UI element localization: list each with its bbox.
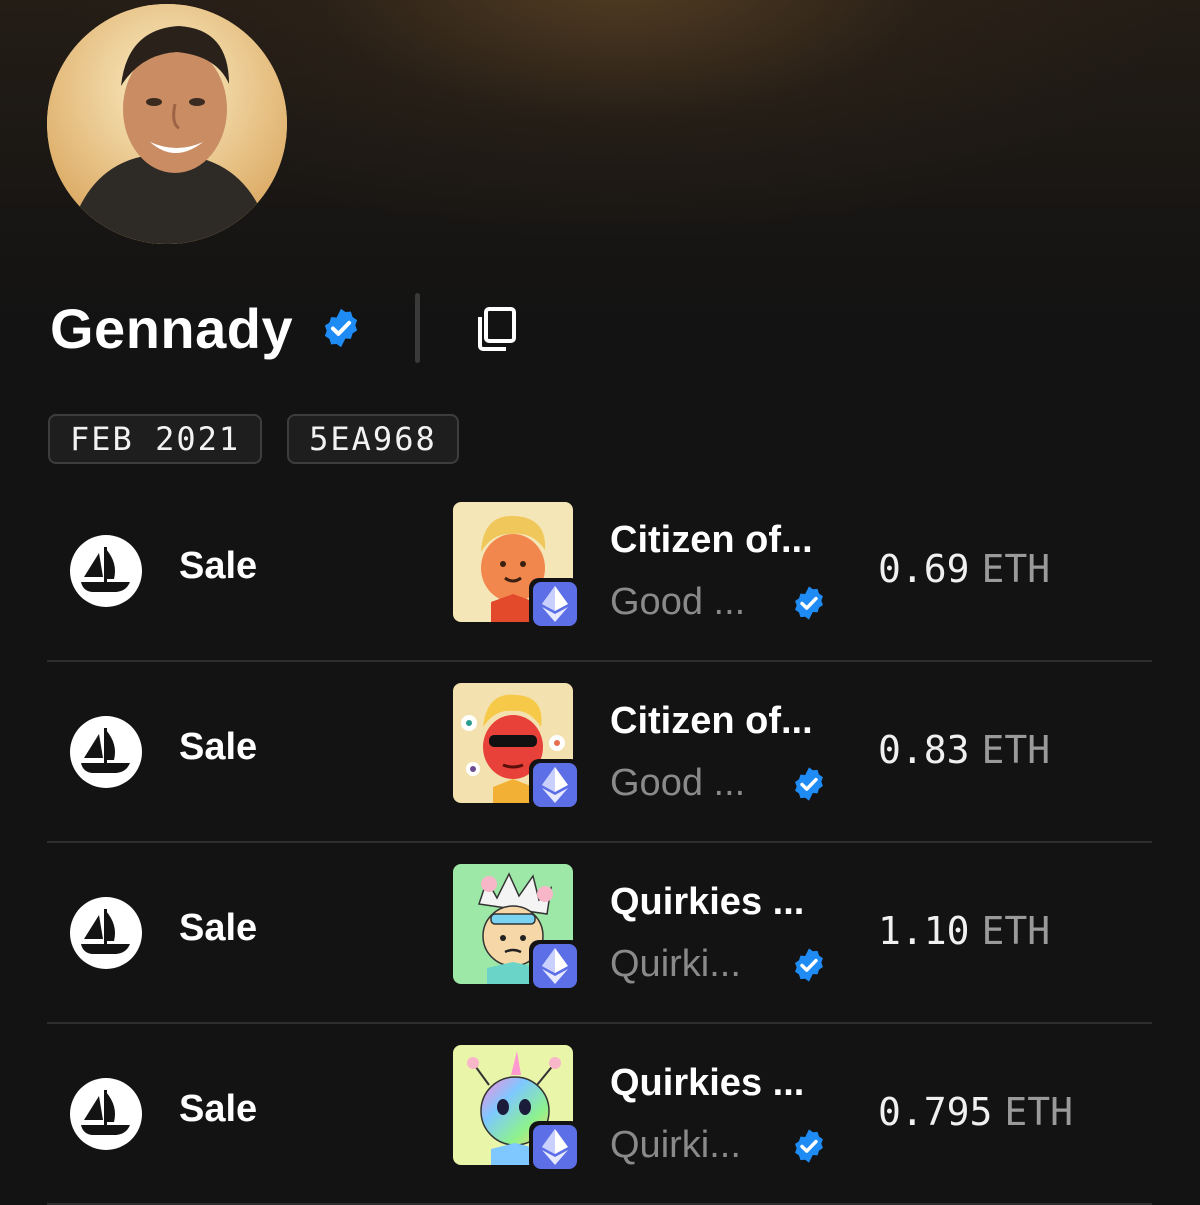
sale-price: 0.69 ETH bbox=[878, 547, 1050, 591]
sale-price: 0.795 ETH bbox=[878, 1090, 1073, 1134]
header-divider bbox=[415, 293, 421, 363]
sale-price: 1.10 ETH bbox=[878, 909, 1050, 953]
profile-header: Gennady bbox=[50, 292, 522, 364]
ethereum-icon bbox=[542, 586, 568, 622]
collection-name: Good ... bbox=[610, 762, 746, 804]
opensea-icon bbox=[70, 1078, 142, 1150]
price-unit: ETH bbox=[981, 728, 1051, 772]
verified-badge-icon bbox=[795, 1129, 823, 1163]
event-label: Sale bbox=[179, 726, 258, 768]
activity-row[interactable]: Sale Quirkies ... Quirki... 1.10 ETH bbox=[47, 843, 1152, 1024]
ethereum-icon bbox=[542, 948, 568, 984]
price-amount: 0.69 bbox=[878, 547, 970, 591]
opensea-icon bbox=[70, 716, 142, 788]
chain-badge bbox=[529, 578, 581, 630]
nft-title: Quirkies ... bbox=[610, 881, 805, 923]
chain-badge bbox=[529, 759, 581, 811]
sale-price: 0.83 ETH bbox=[878, 728, 1050, 772]
verified-badge-icon bbox=[795, 948, 823, 982]
price-amount: 1.10 bbox=[878, 909, 970, 953]
activity-row[interactable]: Sale Citizen of... Good ... 0.83 ETH bbox=[47, 662, 1152, 843]
event-label: Sale bbox=[179, 545, 258, 587]
price-unit: ETH bbox=[1004, 1090, 1074, 1134]
copy-icon[interactable] bbox=[472, 303, 522, 353]
verified-badge-icon bbox=[324, 308, 358, 348]
price-amount: 0.83 bbox=[878, 728, 970, 772]
opensea-icon bbox=[70, 897, 142, 969]
verified-badge-icon bbox=[795, 767, 823, 801]
profile-avatar[interactable] bbox=[47, 4, 287, 244]
activity-list: Sale Citizen of... Good ... 0.69 ETH Sal… bbox=[47, 481, 1152, 1205]
event-label: Sale bbox=[179, 1088, 258, 1130]
price-unit: ETH bbox=[981, 547, 1051, 591]
opensea-icon bbox=[70, 535, 142, 607]
activity-row[interactable]: Sale Citizen of... Good ... 0.69 ETH bbox=[47, 481, 1152, 662]
profile-name: Gennady bbox=[50, 296, 294, 360]
collection-name: Quirki... bbox=[610, 943, 741, 985]
ethereum-icon bbox=[542, 1129, 568, 1165]
joined-date-chip: FEB 2021 bbox=[48, 414, 263, 464]
verified-badge-icon bbox=[795, 586, 823, 620]
nft-title: Citizen of... bbox=[610, 700, 813, 742]
nft-title: Quirkies ... bbox=[610, 1062, 805, 1104]
avatar-photo bbox=[47, 4, 287, 244]
price-amount: 0.795 bbox=[878, 1090, 993, 1134]
collection-name: Good ... bbox=[610, 581, 746, 623]
wallet-address-chip[interactable]: 5EA968 bbox=[287, 414, 459, 464]
profile-chips: FEB 2021 5EA968 bbox=[48, 414, 459, 464]
event-label: Sale bbox=[179, 907, 258, 949]
chain-badge bbox=[529, 1121, 581, 1173]
activity-row[interactable]: Sale Quirkies ... Quirki... 0.795 ETH bbox=[47, 1024, 1152, 1205]
nft-title: Citizen of... bbox=[610, 519, 813, 561]
ethereum-icon bbox=[542, 767, 568, 803]
collection-name: Quirki... bbox=[610, 1124, 741, 1166]
price-unit: ETH bbox=[981, 909, 1051, 953]
chain-badge bbox=[529, 940, 581, 992]
